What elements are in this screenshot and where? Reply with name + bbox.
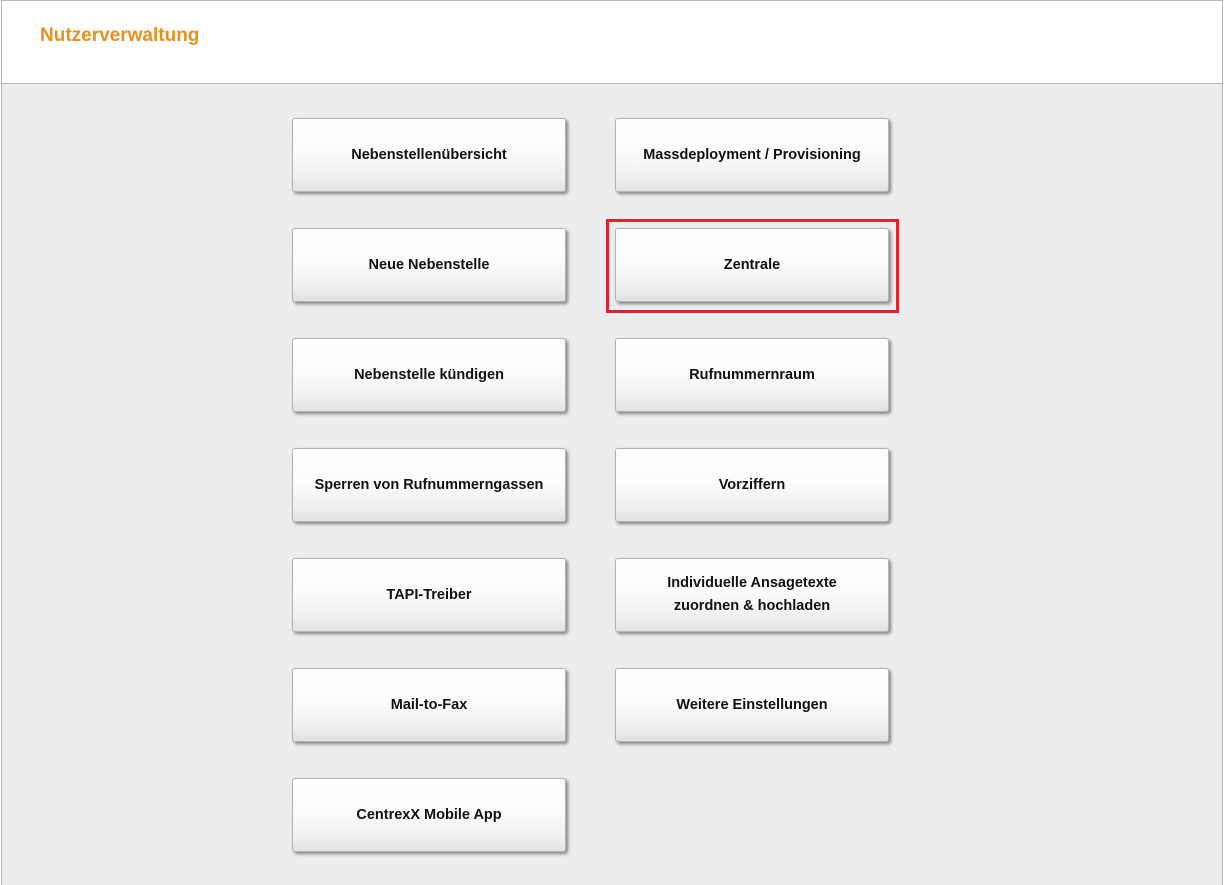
tile-centrexx-mobile-app[interactable]: CentrexX Mobile App [292, 778, 566, 852]
tile-massdeployment-provisioning[interactable]: Massdeployment / Provisioning [615, 118, 889, 192]
tile-label: Individuelle Ansagetexte zuordnen & hoch… [667, 575, 837, 614]
tile-nebenstellenuebersicht[interactable]: Nebenstellenübersicht [292, 118, 566, 192]
tile-nebenstelle-kuendigen[interactable]: Nebenstelle kündigen [292, 338, 566, 412]
tile-sperren-von-rufnummerngassen[interactable]: Sperren von Rufnummerngassen [292, 448, 566, 522]
tile-label: Vorziffern [718, 476, 786, 493]
page-title: Nutzerverwaltung [40, 25, 200, 46]
tile-label: Zentrale [723, 256, 781, 273]
tile-individuelle-ansagetexte[interactable]: Individuelle Ansagetexte zuordnen & hoch… [615, 558, 889, 632]
tile-weitere-einstellungen[interactable]: Weitere Einstellungen [615, 668, 889, 742]
tile-vorziffern[interactable]: Vorziffern [615, 448, 889, 522]
tile-rufnummernraum[interactable]: Rufnummernraum [615, 338, 889, 412]
tile-mail-to-fax[interactable]: Mail-to-Fax [292, 668, 566, 742]
tile-menu-area [1, 84, 1223, 885]
tile-label: Rufnummernraum [689, 366, 815, 383]
tile-neue-nebenstelle[interactable]: Neue Nebenstelle [292, 228, 566, 302]
tile-label: Sperren von Rufnummerngassen [314, 476, 544, 493]
tile-label: Mail-to-Fax [390, 696, 468, 713]
tile-label: Nebenstellenübersicht [351, 146, 507, 163]
tile-label: Nebenstelle kündigen [354, 366, 504, 383]
page-header: Nutzerverwaltung [1, 0, 1223, 84]
tile-label: TAPI-Treiber [386, 586, 472, 603]
tile-label: CentrexX Mobile App [356, 806, 502, 823]
tile-tapi-treiber[interactable]: TAPI-Treiber [292, 558, 566, 632]
tile-label: Massdeployment / Provisioning [643, 146, 861, 163]
tile-zentrale[interactable]: Zentrale [615, 228, 889, 302]
tile-label: Weitere Einstellungen [676, 696, 828, 713]
tile-label: Neue Nebenstelle [368, 256, 490, 273]
